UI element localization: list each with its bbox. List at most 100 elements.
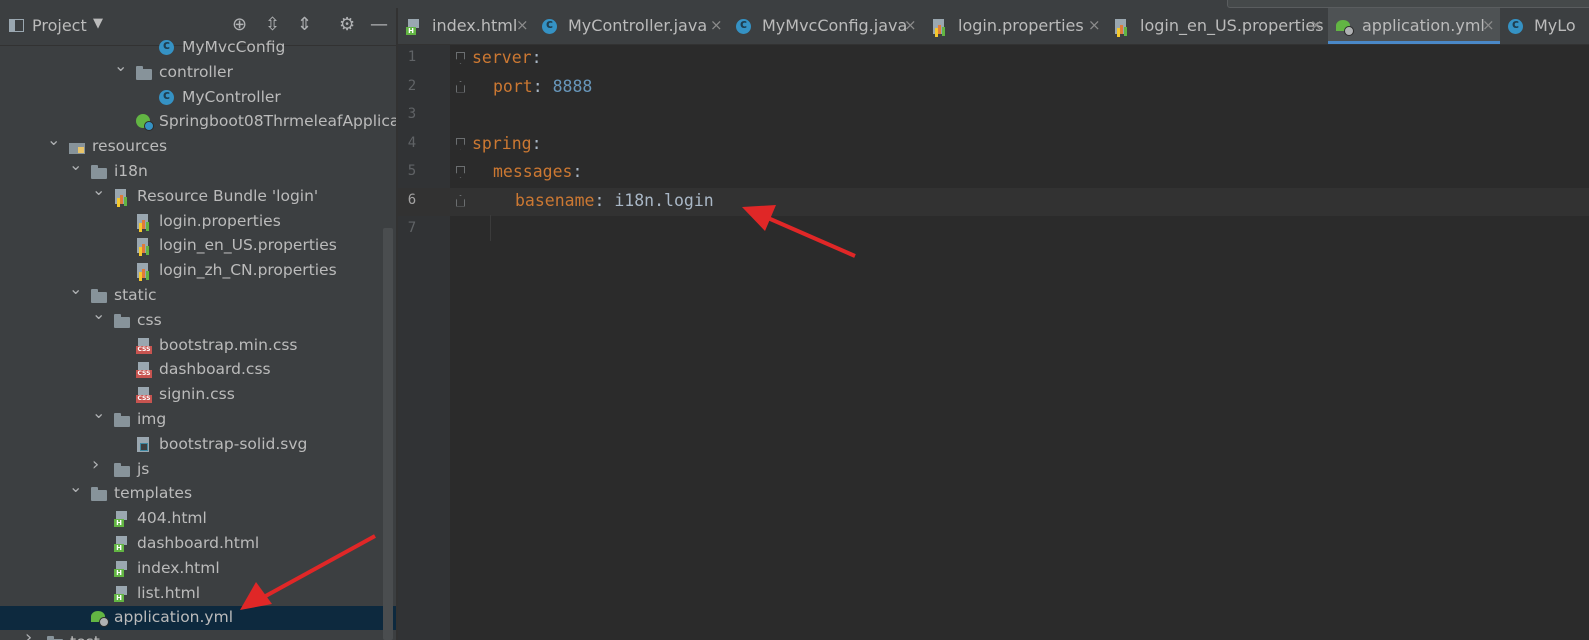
tree-item-label: MyMvcConfig [182, 38, 286, 56]
fold-marker-icon[interactable] [456, 166, 465, 178]
code-line[interactable]: 6 basename: i18n.login [398, 187, 1589, 216]
chevron-down-icon[interactable]: ⌄ [69, 479, 82, 495]
tree-item[interactable]: ⌄ templates [0, 479, 396, 506]
chevron-right-icon[interactable]: › [92, 455, 104, 473]
tree-item[interactable]: 404.html [0, 507, 396, 531]
tree-item[interactable]: bootstrap.min.css [0, 334, 396, 358]
fold-end-icon[interactable] [456, 194, 465, 207]
tree-item[interactable]: dashboard.html [0, 532, 396, 556]
fold-marker-icon[interactable] [456, 52, 465, 64]
yaml-key: messages [493, 162, 573, 181]
html-file-icon [114, 511, 130, 528]
caret-down-icon[interactable]: ▼ [93, 16, 103, 31]
close-icon[interactable]: × [1088, 16, 1101, 34]
editor-tab[interactable]: index.html× [398, 8, 534, 44]
code-text: basename: i18n.login [515, 191, 714, 210]
css-file-icon [136, 362, 152, 379]
tree-item[interactable]: dashboard.css [0, 358, 396, 382]
crosshair-icon[interactable]: ⊕ [232, 14, 247, 36]
folder-icon [114, 412, 130, 427]
fold-marker-icon[interactable] [456, 137, 465, 150]
tree-item[interactable]: ⌄ i18n [0, 157, 396, 184]
fold-end-icon[interactable] [456, 80, 465, 93]
project-scrollbar[interactable] [383, 228, 393, 640]
yaml-key: port [493, 76, 533, 96]
code-line[interactable]: 5 messages: [398, 159, 1589, 187]
editor-tab[interactable]: MyMvcConfig.java× [728, 8, 924, 44]
tree-item-label: index.html [137, 558, 220, 577]
chevron-down-icon[interactable]: ⌄ [69, 157, 82, 173]
chevron-down-icon[interactable]: ⌄ [92, 405, 105, 421]
code-text: messages: [493, 162, 582, 181]
tree-item[interactable]: ⌄ controller [0, 57, 396, 85]
tree-item[interactable]: index.html [0, 557, 396, 581]
properties-icon [136, 213, 152, 229]
tree-item[interactable]: › js [0, 455, 396, 482]
chevron-right-icon[interactable]: › [25, 629, 37, 640]
tree-item[interactable]: MyController [0, 86, 396, 110]
tree-item[interactable]: ⌄ img [0, 405, 396, 432]
tree-item[interactable]: ⌄ resources [0, 132, 396, 159]
tree-item[interactable]: application.yml [0, 606, 396, 631]
chevron-down-icon[interactable]: ⌄ [69, 281, 82, 297]
tree-item[interactable]: bootstrap-solid.svg [0, 433, 396, 457]
class-icon [159, 38, 174, 55]
collapse-all-icon[interactable]: ⇕ [297, 14, 312, 36]
chevron-down-icon[interactable]: ⌄ [92, 181, 105, 197]
editor-tab[interactable]: login.properties × [924, 8, 1106, 44]
editor-tab[interactable]: login_en_US.properties × [1106, 8, 1328, 44]
line-number: 5 [407, 163, 417, 179]
minimize-icon[interactable]: — [370, 14, 388, 36]
tree-item[interactable]: login.properties [0, 210, 396, 234]
resource-bundle-icon [114, 188, 130, 204]
code-line[interactable]: 1 server: [398, 45, 1589, 73]
close-icon[interactable]: × [904, 16, 917, 34]
search-everywhere-box[interactable] [1227, 0, 1589, 8]
chevron-down-icon[interactable]: ⌄ [47, 132, 60, 148]
tree-item[interactable]: MyMvcConfig [0, 36, 396, 60]
code-line[interactable]: 7 [398, 216, 1589, 244]
editor-tab[interactable]: MyLo [1500, 8, 1589, 44]
chevron-down-icon[interactable]: ⌄ [92, 305, 105, 321]
tree-item-label: dashboard.css [159, 360, 271, 379]
code-line[interactable]: 3 [398, 102, 1589, 130]
tree-item[interactable]: ⌄ Resource Bundle 'login' [0, 181, 396, 209]
tree-item[interactable]: ⌄ static [0, 281, 396, 308]
close-icon[interactable]: × [1310, 16, 1323, 34]
close-icon[interactable]: × [710, 16, 723, 34]
close-icon[interactable]: × [516, 16, 529, 34]
properties-icon [932, 19, 948, 34]
gear-icon[interactable]: ⚙ [339, 14, 355, 36]
close-icon[interactable]: × [1482, 16, 1495, 34]
editor-tab-label: index.html [432, 16, 518, 35]
html-file-icon [114, 536, 130, 552]
tree-item[interactable]: login_zh_CN.properties [0, 259, 396, 283]
tree-item-label: signin.css [159, 385, 235, 404]
project-panel-title[interactable]: Project [32, 16, 87, 35]
resources-folder-icon [69, 139, 85, 155]
tree-item[interactable]: login_en_US.properties [0, 234, 396, 258]
tree-item-label: css [137, 310, 162, 329]
editor-tab[interactable]: application.yml × [1328, 8, 1500, 44]
editor-tab[interactable]: MyController.java× [534, 8, 728, 44]
yaml-separator: : [531, 48, 542, 67]
tree-item[interactable]: ⌄ css [0, 305, 396, 333]
code-line[interactable]: 2 port: 8888 [398, 74, 1589, 102]
tree-item-label: bootstrap.min.css [159, 335, 298, 354]
code-line[interactable]: 4 spring: [398, 131, 1589, 159]
expand-all-icon[interactable]: ⇳ [265, 14, 280, 36]
tree-item[interactable]: › test [0, 629, 396, 640]
tree-item-label: MyController [182, 87, 281, 106]
tree-item-label: img [137, 410, 167, 428]
chevron-down-icon[interactable]: ⌄ [114, 57, 127, 73]
css-file-icon [136, 387, 152, 404]
yaml-separator: : [532, 76, 553, 96]
code-editor[interactable]: 1 server: 2 port: 8888 3 4 spring: 5 messages: 6 b… [398, 45, 1589, 640]
tree-item[interactable]: signin.css [0, 383, 396, 407]
yml-file-icon [91, 610, 109, 628]
line-number: 7 [407, 220, 417, 236]
indent-guide [490, 215, 491, 241]
folder-icon [114, 462, 130, 477]
line-number: 1 [407, 49, 417, 65]
tree-item[interactable]: list.html [0, 582, 396, 606]
